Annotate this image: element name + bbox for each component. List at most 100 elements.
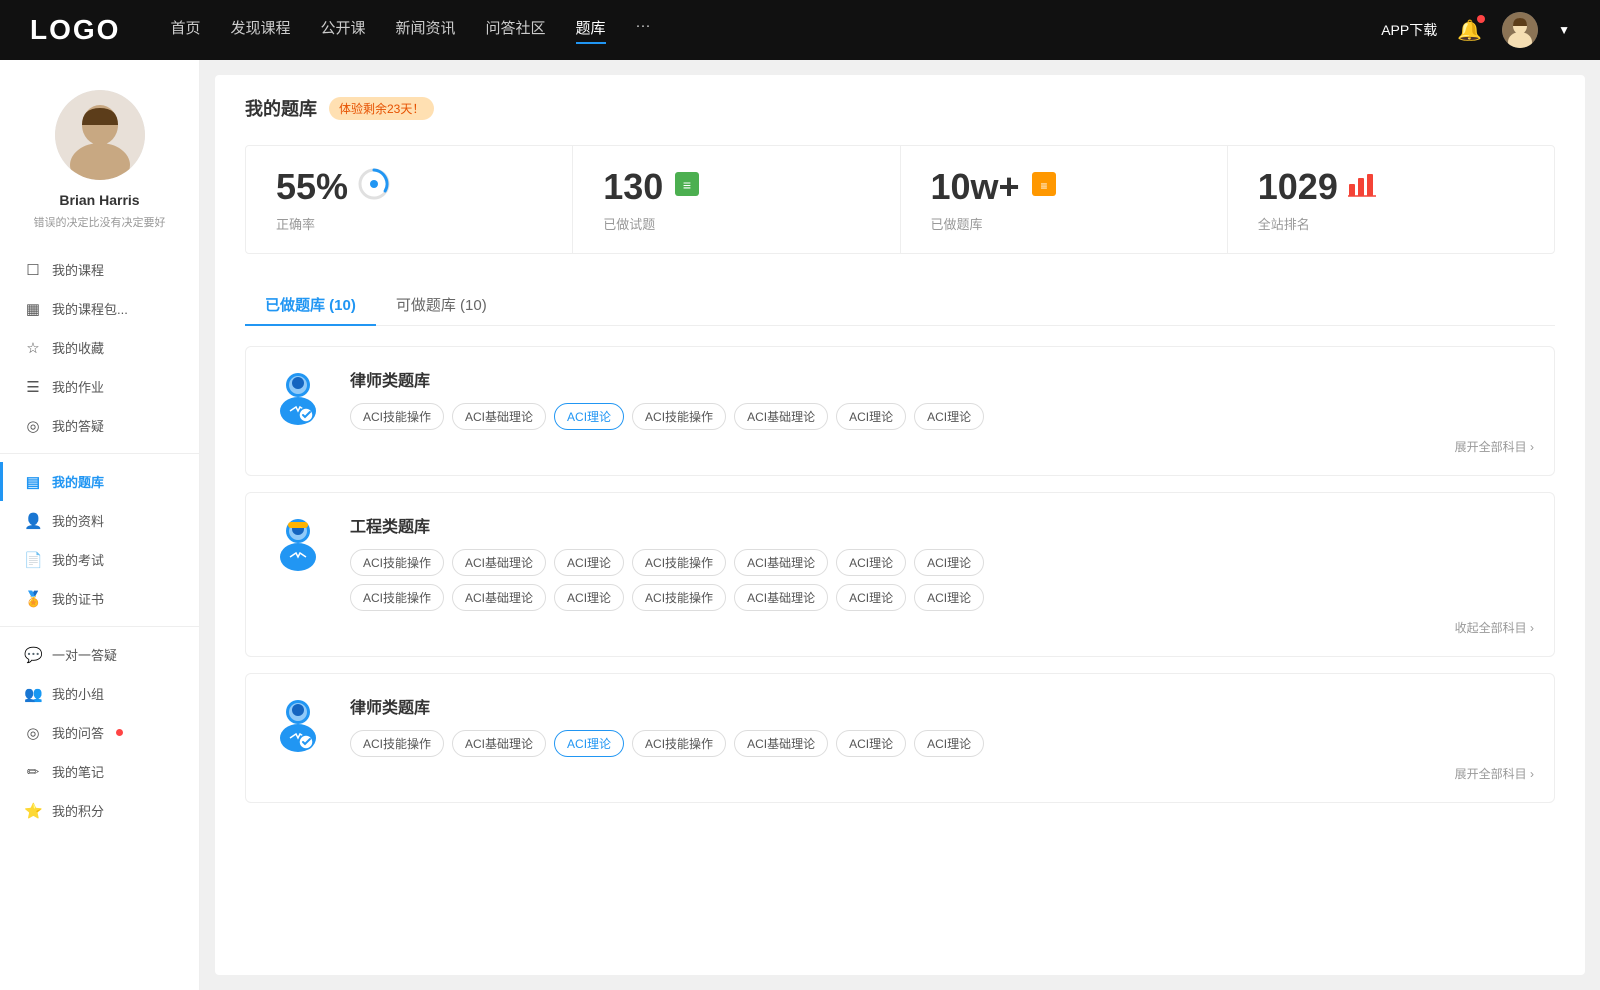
app-download-link[interactable]: APP下载 bbox=[1381, 20, 1437, 40]
l2-tag-1[interactable]: ACI基础理论 bbox=[452, 730, 546, 757]
nav-more[interactable]: ··· bbox=[636, 17, 651, 44]
qbank-lawyer-body-1: 律师类题库 ACI技能操作 ACI基础理论 ACI理论 ACI技能操作 ACI基… bbox=[350, 367, 1534, 455]
sidebar-item-exam[interactable]: 📄 我的考试 bbox=[0, 540, 199, 579]
tag-2[interactable]: ACI理论 bbox=[554, 403, 624, 430]
stat-ranking-icon bbox=[1348, 170, 1376, 205]
nav-courses[interactable]: 发现课程 bbox=[230, 17, 290, 44]
eng-tag-1[interactable]: ACI基础理论 bbox=[452, 549, 546, 576]
navbar: LOGO 首页 发现课程 公开课 新闻资讯 问答社区 题库 ··· APP下载 … bbox=[0, 0, 1600, 60]
eng-tag2-1[interactable]: ACI基础理论 bbox=[452, 584, 546, 611]
svg-text:≡: ≡ bbox=[683, 177, 691, 193]
tag-1[interactable]: ACI基础理论 bbox=[452, 403, 546, 430]
l2-tag-3[interactable]: ACI技能操作 bbox=[632, 730, 726, 757]
nav-qbank[interactable]: 题库 bbox=[576, 17, 606, 44]
sidebar-label-cert: 我的证书 bbox=[52, 589, 104, 608]
sidebar-item-notes[interactable]: ✏ 我的笔记 bbox=[0, 752, 199, 791]
tag-4[interactable]: ACI基础理论 bbox=[734, 403, 828, 430]
stat-done-label: 已做试题 bbox=[603, 214, 869, 233]
sidebar-item-one-on-one[interactable]: 💬 一对一答疑 bbox=[0, 635, 199, 674]
eng-tag-4[interactable]: ACI基础理论 bbox=[734, 549, 828, 576]
tag-3[interactable]: ACI技能操作 bbox=[632, 403, 726, 430]
tab-available-banks[interactable]: 可做题库 (10) bbox=[376, 284, 507, 325]
expand-link-1[interactable]: 展开全部科目 › bbox=[350, 438, 1534, 455]
exam-icon: 📄 bbox=[24, 551, 42, 569]
qbank-lawyer-title-1: 律师类题库 bbox=[350, 367, 1534, 391]
stat-done-value: 130 bbox=[603, 166, 663, 208]
qbank-lawyer-icon-1 bbox=[266, 367, 330, 431]
eng-tag2-5[interactable]: ACI理论 bbox=[836, 584, 906, 611]
l2-tag-4[interactable]: ACI基础理论 bbox=[734, 730, 828, 757]
tag-6[interactable]: ACI理论 bbox=[914, 403, 984, 430]
stat-ranking-value: 1029 bbox=[1258, 166, 1338, 208]
l2-tag-5[interactable]: ACI理论 bbox=[836, 730, 906, 757]
qbank-icon: ▤ bbox=[24, 473, 42, 491]
eng-tag2-4[interactable]: ACI基础理论 bbox=[734, 584, 828, 611]
notes-icon: ✏ bbox=[24, 763, 42, 781]
sidebar-label-course-pkg: 我的课程包... bbox=[52, 299, 128, 318]
eng-tag-3[interactable]: ACI技能操作 bbox=[632, 549, 726, 576]
qbank-lawyer-icon-2 bbox=[266, 694, 330, 758]
tab-done-banks[interactable]: 已做题库 (10) bbox=[245, 284, 376, 325]
eng-tag2-0[interactable]: ACI技能操作 bbox=[350, 584, 444, 611]
qbank-engineer-tags-row2: ACI技能操作 ACI基础理论 ACI理论 ACI技能操作 ACI基础理论 AC… bbox=[350, 584, 1534, 611]
qbank-card-lawyer-2: 律师类题库 ACI技能操作 ACI基础理论 ACI理论 ACI技能操作 ACI基… bbox=[245, 673, 1555, 803]
course-pkg-icon: ▦ bbox=[24, 300, 42, 318]
nav-qa[interactable]: 问答社区 bbox=[486, 17, 546, 44]
stat-accuracy-label: 正确率 bbox=[276, 214, 542, 233]
eng-tag-6[interactable]: ACI理论 bbox=[914, 549, 984, 576]
stat-done-icon: ≡ bbox=[673, 170, 701, 205]
stat-banks-value: 10w+ bbox=[931, 166, 1020, 208]
page-layout: Brian Harris 错误的决定比没有决定要好 ☐ 我的课程 ▦ 我的课程包… bbox=[0, 60, 1600, 990]
tag-0[interactable]: ACI技能操作 bbox=[350, 403, 444, 430]
qbank-lawyer-tags-1: ACI技能操作 ACI基础理论 ACI理论 ACI技能操作 ACI基础理论 AC… bbox=[350, 403, 1534, 430]
eng-tag2-3[interactable]: ACI技能操作 bbox=[632, 584, 726, 611]
nav-news[interactable]: 新闻资讯 bbox=[396, 17, 456, 44]
l2-tag-6[interactable]: ACI理论 bbox=[914, 730, 984, 757]
eng-tag-0[interactable]: ACI技能操作 bbox=[350, 549, 444, 576]
expand-link-3[interactable]: 展开全部科目 › bbox=[350, 765, 1534, 782]
course-icon: ☐ bbox=[24, 261, 42, 279]
nav-home[interactable]: 首页 bbox=[170, 17, 200, 44]
qbank-engineer-body: 工程类题库 ACI技能操作 ACI基础理论 ACI理论 ACI技能操作 ACI基… bbox=[350, 513, 1534, 636]
sidebar-nav: ☐ 我的课程 ▦ 我的课程包... ☆ 我的收藏 ☰ 我的作业 ◎ 我的答疑 ▤ bbox=[0, 250, 199, 830]
user-avatar[interactable] bbox=[1502, 12, 1538, 48]
expand-link-2[interactable]: 收起全部科目 › bbox=[350, 619, 1534, 636]
user-dropdown-arrow[interactable]: ▼ bbox=[1558, 23, 1570, 37]
sidebar-motto: 错误的决定比没有决定要好 bbox=[24, 214, 176, 230]
notification-dot bbox=[1477, 15, 1485, 23]
nav-open-course[interactable]: 公开课 bbox=[320, 17, 365, 44]
profile-icon: 👤 bbox=[24, 512, 42, 530]
tag-5[interactable]: ACI理论 bbox=[836, 403, 906, 430]
tabs-row: 已做题库 (10) 可做题库 (10) bbox=[245, 284, 1555, 326]
stat-accuracy-row: 55% bbox=[276, 166, 542, 208]
qbank-lawyer-title-2: 律师类题库 bbox=[350, 694, 1534, 718]
sidebar-item-my-qa[interactable]: ◎ 我的问答 bbox=[0, 713, 199, 752]
sidebar-item-profile[interactable]: 👤 我的资料 bbox=[0, 501, 199, 540]
eng-tag-2[interactable]: ACI理论 bbox=[554, 549, 624, 576]
eng-tag2-2[interactable]: ACI理论 bbox=[554, 584, 624, 611]
l2-tag-2[interactable]: ACI理论 bbox=[554, 730, 624, 757]
qbank-lawyer-body-2: 律师类题库 ACI技能操作 ACI基础理论 ACI理论 ACI技能操作 ACI基… bbox=[350, 694, 1534, 782]
sidebar-item-qbank[interactable]: ▤ 我的题库 bbox=[0, 462, 199, 501]
sidebar-item-my-course[interactable]: ☐ 我的课程 bbox=[0, 250, 199, 289]
stat-ranking: 1029 全站排名 bbox=[1228, 146, 1554, 253]
stat-done-banks: 10w+ ≡ 已做题库 bbox=[901, 146, 1228, 253]
l2-tag-0[interactable]: ACI技能操作 bbox=[350, 730, 444, 757]
group-icon: 👥 bbox=[24, 685, 42, 703]
sidebar-label-my-course: 我的课程 bbox=[52, 260, 104, 279]
sidebar-item-favorites[interactable]: ☆ 我的收藏 bbox=[0, 328, 199, 367]
sidebar-item-homework[interactable]: ☰ 我的作业 bbox=[0, 367, 199, 406]
notification-bell[interactable]: 🔔 bbox=[1457, 18, 1482, 43]
eng-tag2-6[interactable]: ACI理论 bbox=[914, 584, 984, 611]
eng-tag-5[interactable]: ACI理论 bbox=[836, 549, 906, 576]
sidebar-item-course-package[interactable]: ▦ 我的课程包... bbox=[0, 289, 199, 328]
sidebar-item-points[interactable]: ⭐ 我的积分 bbox=[0, 791, 199, 830]
stat-done-questions: 130 ≡ 已做试题 bbox=[573, 146, 900, 253]
sidebar-item-cert[interactable]: 🏅 我的证书 bbox=[0, 579, 199, 618]
sidebar-item-group[interactable]: 👥 我的小组 bbox=[0, 674, 199, 713]
navbar-right: APP下载 🔔 ▼ bbox=[1381, 12, 1570, 48]
homework-icon: ☰ bbox=[24, 378, 42, 396]
cert-icon: 🏅 bbox=[24, 590, 42, 608]
trial-badge: 体验剩余23天！ bbox=[329, 97, 434, 120]
sidebar-item-qa[interactable]: ◎ 我的答疑 bbox=[0, 406, 199, 445]
